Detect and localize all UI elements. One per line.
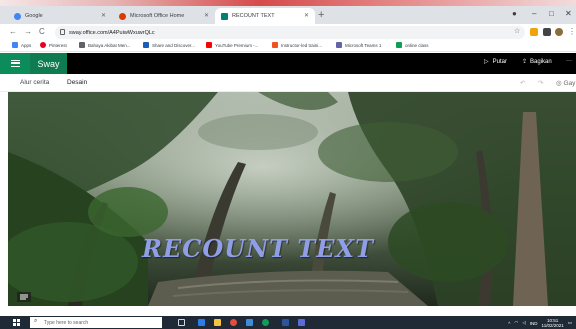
close-icon[interactable]: ✕ — [304, 12, 309, 19]
teams-taskbar-icon[interactable] — [298, 319, 305, 326]
avatar[interactable] — [555, 28, 563, 36]
tab-recount-text[interactable]: RECOUNT TEXT ✕ — [215, 8, 315, 24]
maximize-button[interactable]: □ — [549, 9, 554, 18]
sway-subnav: Alur cerita Desain ↶ ↷ ◎ Gay — [0, 74, 576, 92]
tab-office-home[interactable]: Microsoft Office Home ✕ — [113, 8, 215, 24]
play-icon: ▷ — [484, 59, 489, 65]
jungle-background-image — [8, 92, 576, 306]
browser-tab-strip: Google ✕ Microsoft Office Home ✕ RECOUNT… — [0, 6, 576, 24]
bookmark-youtube[interactable]: YouTube Premium -... — [206, 42, 258, 48]
taskbar-search-input[interactable]: ⌕ Type here to search — [30, 317, 162, 328]
undo-icon[interactable]: ↶ — [520, 79, 525, 87]
new-tab-button[interactable]: + — [318, 9, 324, 21]
chrome-icon[interactable] — [230, 319, 237, 326]
tab-desain[interactable]: Desain — [67, 79, 87, 86]
tab-label: RECOUNT TEXT — [232, 13, 275, 19]
app-icon[interactable] — [262, 319, 269, 326]
style-button[interactable]: ◎ Gay — [556, 79, 575, 87]
sway-header: Sway ▷ Putar ⇪ Bagikan ··· — [0, 53, 576, 74]
classroom-icon — [396, 42, 402, 48]
menu-kebab-icon[interactable]: ⋮ — [568, 27, 576, 36]
apps-grid-icon — [12, 42, 18, 48]
share-icon: ⇪ — [522, 59, 528, 65]
bookmarks-bar: Apps Pinterest Bahaya Akibat Men... Shar… — [0, 41, 576, 52]
url-text: sway.office.com/A4PuiwWxuwrQLc — [69, 29, 155, 36]
tab-alur-cerita[interactable]: Alur cerita — [20, 79, 49, 86]
navigation-toggle-icon[interactable] — [17, 292, 31, 302]
sway-title-card[interactable]: RECOUNT TEXT — [8, 92, 576, 306]
address-bar[interactable]: sway.office.com/A4PuiwWxuwrQLc — [55, 26, 525, 39]
card-title[interactable]: RECOUNT TEXT — [8, 234, 508, 263]
language-indicator[interactable]: IND — [530, 321, 538, 326]
speaker-icon[interactable]: ◁ — [522, 320, 525, 326]
bookmark-apps[interactable]: Apps — [12, 42, 31, 48]
bookmark-online-class[interactable]: online class — [396, 42, 429, 48]
reload-button[interactable]: C — [39, 27, 45, 36]
back-button[interactable]: ← — [9, 27, 17, 36]
page-icon — [79, 42, 85, 48]
sway-icon — [221, 12, 228, 20]
bookmark-teams[interactable]: Microsoft Teams 1 — [336, 42, 381, 48]
teams-icon — [336, 42, 342, 48]
star-icon[interactable]: ☆ — [514, 27, 520, 35]
search-icon: ⌕ — [34, 318, 38, 324]
office-icon — [119, 12, 126, 20]
windows-taskbar: ⌕ Type here to search ^ ◠ ◁ IND 10:51 11… — [0, 316, 576, 329]
notification-icon[interactable]: ▭ — [568, 320, 572, 326]
wifi-icon[interactable]: ◠ — [514, 320, 518, 326]
bookmark-instructor[interactable]: Instructor-led traini... — [272, 42, 322, 48]
tab-google[interactable]: Google ✕ — [8, 8, 112, 24]
word-icon[interactable] — [282, 319, 289, 326]
redo-icon[interactable]: ↷ — [538, 79, 543, 87]
app-launcher-button[interactable] — [0, 53, 30, 74]
tray-chevron-icon[interactable]: ^ — [508, 321, 510, 326]
task-view-icon[interactable] — [178, 319, 185, 326]
close-icon[interactable]: ✕ — [204, 12, 209, 19]
more-options-button[interactable]: ··· — [566, 58, 572, 64]
edge-icon[interactable] — [198, 319, 205, 326]
sway-brand[interactable]: Sway — [30, 53, 67, 74]
tab-label: Microsoft Office Home — [130, 13, 185, 19]
tab-label: Google — [25, 13, 43, 19]
mail-icon[interactable] — [246, 319, 253, 326]
minimize-button[interactable]: – — [532, 9, 536, 18]
close-icon[interactable]: ✕ — [101, 12, 106, 19]
pinterest-icon — [40, 42, 46, 48]
close-window-button[interactable]: ✕ — [565, 9, 572, 18]
share-button[interactable]: ⇪ Bagikan — [522, 58, 552, 66]
profile-icon[interactable]: ● — [512, 9, 517, 18]
linkedin-icon — [143, 42, 149, 48]
forward-button[interactable]: → — [24, 27, 32, 36]
clock[interactable]: 10:51 11/02/2021 — [542, 318, 564, 328]
play-button[interactable]: ▷ Putar — [484, 58, 507, 66]
microsoft-icon — [272, 42, 278, 48]
palette-icon: ◎ — [556, 80, 562, 87]
extensions-puzzle-icon[interactable] — [543, 28, 551, 36]
address-row: ← → C sway.office.com/A4PuiwWxuwrQLc ☆ ⋮ — [0, 24, 576, 41]
windows-start-icon[interactable] — [13, 319, 20, 326]
bookmark-pinterest[interactable]: Pinterest — [40, 42, 67, 48]
youtube-icon — [206, 42, 212, 48]
file-explorer-icon[interactable] — [214, 319, 221, 326]
clock-date: 11/02/2021 — [541, 323, 564, 328]
lock-icon — [60, 29, 65, 35]
search-placeholder: Type here to search — [44, 319, 89, 326]
extension-icon[interactable] — [530, 28, 538, 36]
google-icon — [14, 12, 21, 20]
bookmark-share-discover[interactable]: Share and Discover... — [143, 42, 195, 48]
hamburger-icon — [10, 60, 20, 67]
bookmark-bahaya[interactable]: Bahaya Akibat Men... — [79, 42, 131, 48]
system-tray: ^ ◠ ◁ IND 10:51 11/02/2021 ▭ — [508, 318, 572, 328]
